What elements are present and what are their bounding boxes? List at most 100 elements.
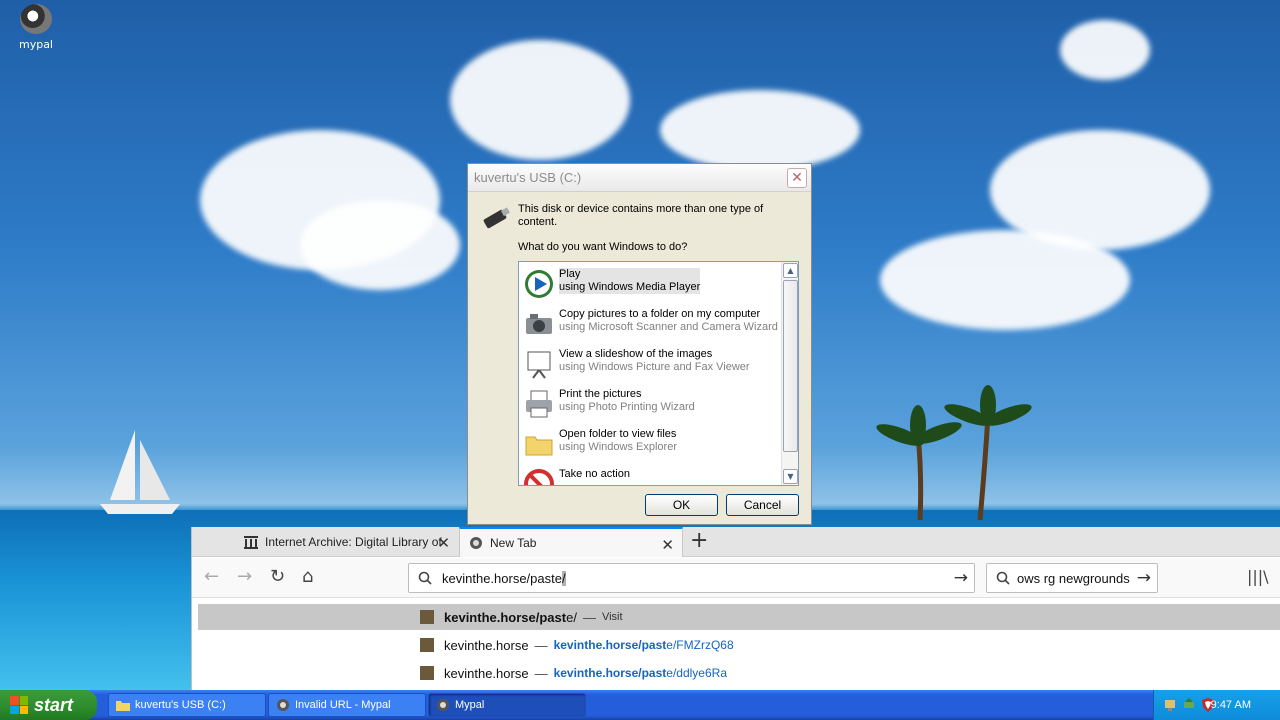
cloud xyxy=(450,40,630,160)
system-tray: 9:47 AM xyxy=(1153,690,1280,720)
option-subtitle: using Windows Picture and Fax Viewer xyxy=(559,361,750,373)
scroll-up-button[interactable]: ▲ xyxy=(783,263,798,278)
palm-trees xyxy=(876,385,1032,521)
dialog-question: What do you want Windows to do? xyxy=(518,241,688,253)
cloud xyxy=(1060,20,1150,80)
list-item-play[interactable]: Play using Windows Media Player xyxy=(521,262,781,302)
dialog-title: kuvertu's USB (C:) xyxy=(468,164,811,192)
suggestion-separator: — xyxy=(534,665,548,681)
printer-icon xyxy=(526,390,552,418)
folder-icon xyxy=(525,436,553,456)
windows-logo-icon xyxy=(10,696,28,714)
suggestion-row[interactable]: kevinthe.horse — kevinthe.horse/past e/FM… xyxy=(198,632,1280,658)
usb-drive-icon xyxy=(483,207,510,229)
list-item-print[interactable]: Print the pictures using Photo Printing W… xyxy=(521,382,781,422)
browser-window: Internet Archive: Digital Library of ✕ N… xyxy=(191,527,1280,693)
desktop-icon-mypal[interactable]: mypal xyxy=(16,4,56,51)
start-button[interactable]: start xyxy=(0,690,97,720)
suggestion-link-rest: e/FMZrzQ68 xyxy=(666,638,734,652)
list-item-slideshow[interactable]: View a slideshow of the images using Wind… xyxy=(521,342,781,382)
taskbar-item-invalid-url[interactable]: Invalid URL - Mypal xyxy=(268,693,426,717)
taskbar-item-usb[interactable]: kuvertu's USB (C:) xyxy=(108,693,266,717)
option-subtitle: using Windows Media Player xyxy=(559,281,701,293)
mypal-icon xyxy=(20,4,52,34)
close-tab-icon[interactable]: ✕ xyxy=(437,534,450,552)
option-title: View a slideshow of the images xyxy=(559,348,713,360)
cancel-button[interactable]: Cancel xyxy=(726,494,799,516)
list-item-no-action[interactable]: Take no action xyxy=(521,462,781,485)
scroll-down-button[interactable]: ▼ xyxy=(783,469,798,484)
slideshow-icon xyxy=(527,351,551,379)
suggestion-link-rest: e/ddlye6Ra xyxy=(666,666,727,680)
library-icon[interactable]: |||\ xyxy=(1247,567,1269,586)
ok-button[interactable]: OK xyxy=(645,494,718,516)
option-subtitle: using Windows Explorer xyxy=(559,441,677,453)
mypal-icon xyxy=(277,699,289,711)
option-subtitle: using Photo Printing Wizard xyxy=(559,401,695,413)
url-input[interactable]: kevinthe.horse/paste/ xyxy=(442,571,566,586)
go-arrow-icon[interactable]: → xyxy=(954,568,968,588)
tab-internet-archive[interactable]: Internet Archive: Digital Library of ✕ xyxy=(235,527,458,557)
taskbar-item-label: kuvertu's USB (C:) xyxy=(135,699,226,711)
list-scrollbar[interactable]: ▲ ▼ xyxy=(781,262,798,485)
search-input[interactable]: ows rg newgrounds xyxy=(1017,571,1130,586)
search-icon xyxy=(996,571,1010,585)
option-title: Play xyxy=(559,268,581,280)
suggestion-action: Visit xyxy=(601,611,623,623)
scroll-thumb[interactable] xyxy=(783,280,798,452)
suggestion-link-bold: kevinthe.horse/past xyxy=(553,638,667,652)
tab-label: New Tab xyxy=(490,536,537,550)
url-typed-text: kevinthe.horse/paste xyxy=(442,571,562,586)
close-tab-icon[interactable]: ✕ xyxy=(661,536,674,554)
desktop-icon-label: mypal xyxy=(18,38,53,51)
suggestion-url-bold: kevinthe.horse/past xyxy=(444,609,567,625)
suggestion-title: kevinthe.horse xyxy=(444,665,529,681)
home-icon[interactable]: ⌂ xyxy=(302,567,313,587)
option-title: Copy pictures to a folder on my computer xyxy=(559,308,761,320)
safely-remove-hardware-icon[interactable] xyxy=(1181,697,1197,713)
site-favicon-icon xyxy=(420,666,434,680)
internet-archive-icon xyxy=(244,536,258,549)
back-arrow-icon[interactable]: ← xyxy=(204,567,219,587)
sailboat xyxy=(100,430,180,514)
search-bar[interactable]: ows rg newgrounds → xyxy=(986,563,1158,593)
cloud xyxy=(300,200,460,290)
action-list[interactable]: Play using Windows Media Player Copy pict… xyxy=(518,261,799,486)
taskbar: start kuvertu's USB (C:) Invalid URL - M… xyxy=(0,690,1280,720)
taskbar-item-mypal[interactable]: Mypal xyxy=(428,693,586,717)
list-item-copy-pictures[interactable]: Copy pictures to a folder on my computer… xyxy=(521,302,781,342)
clock: 9:47 AM xyxy=(1210,699,1251,711)
suggestion-url-rest: e/ xyxy=(566,609,577,625)
media-player-icon xyxy=(525,270,553,298)
mypal-icon xyxy=(437,699,449,711)
option-subtitle: using Microsoft Scanner and Camera Wizar… xyxy=(559,321,778,333)
close-button[interactable]: ✕ xyxy=(787,168,807,188)
reload-icon[interactable]: ↻ xyxy=(270,567,285,587)
cloud xyxy=(660,90,860,170)
suggestion-separator: — xyxy=(534,637,548,653)
option-title: Take no action xyxy=(559,468,630,480)
list-item-open-folder[interactable]: Open folder to view files using Windows E… xyxy=(521,422,781,462)
tab-label: Internet Archive: Digital Library of xyxy=(265,535,442,549)
folder-icon xyxy=(116,701,130,711)
url-bar[interactable]: kevinthe.horse/paste/ → xyxy=(408,563,975,593)
url-autocomplete-selection: / xyxy=(561,571,566,586)
suggestion-separator: — xyxy=(582,609,596,625)
autoplay-dialog: kuvertu's USB (C:) ✕ This disk or device… xyxy=(467,163,812,525)
camera-icon xyxy=(526,314,552,334)
taskbar-item-label: Mypal xyxy=(455,699,485,711)
option-title: Open folder to view files xyxy=(559,428,677,440)
suggestion-row[interactable]: kevinthe.horse/past e/ — Visit xyxy=(198,604,1280,630)
no-action-icon xyxy=(524,469,554,485)
forward-arrow-icon[interactable]: → xyxy=(237,567,252,587)
new-tab-button[interactable]: + xyxy=(690,530,708,552)
search-go-arrow-icon[interactable]: → xyxy=(1137,568,1151,588)
option-title: Print the pictures xyxy=(559,388,642,400)
tab-new-tab[interactable]: New Tab ✕ xyxy=(459,527,683,557)
cloud xyxy=(880,230,1130,330)
dialog-message: This disk or device contains more than o… xyxy=(518,203,764,228)
network-icon[interactable] xyxy=(1162,697,1178,713)
suggestion-row[interactable]: kevinthe.horse — kevinthe.horse/past e/dd… xyxy=(198,660,1280,686)
mypal-icon xyxy=(470,537,482,549)
start-label: start xyxy=(34,694,74,715)
